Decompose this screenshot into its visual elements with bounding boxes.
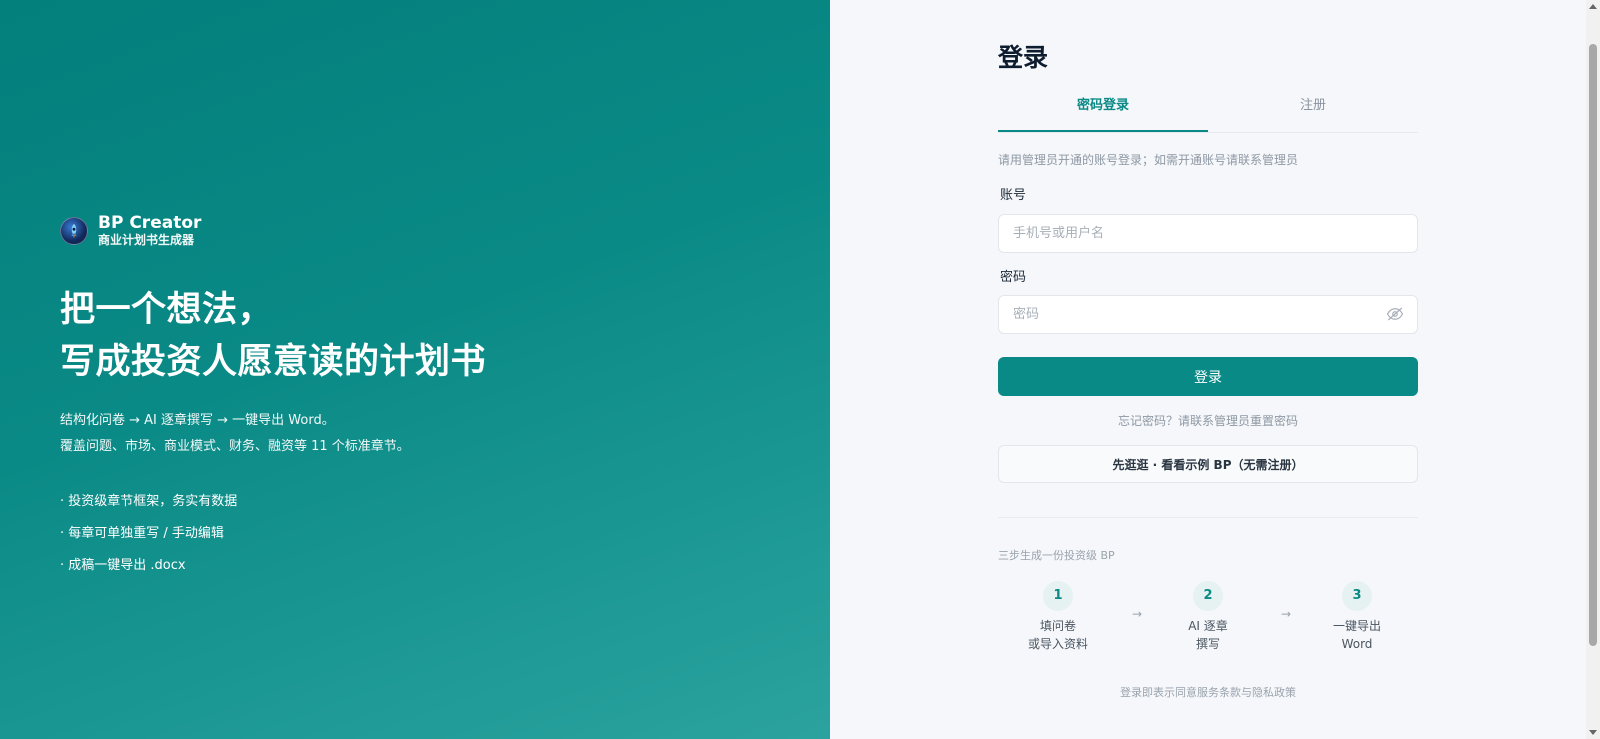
tab-register[interactable]: 注册 (1208, 96, 1418, 132)
password-label: 密码 (1000, 270, 1027, 285)
demo-button[interactable]: 先逛逛 · 看看示例 BP（无需注册） (998, 445, 1418, 483)
feature-item: · 成稿一键导出 .docx (60, 558, 186, 573)
step-label-line1: 填问卷 (1039, 619, 1076, 633)
brand-subtitle: 商业计划书生成器 (98, 233, 195, 247)
step-1: 1 填问卷 或导入资料 (998, 581, 1118, 653)
steps-title: 三步生成一份投资级 BP (998, 549, 1115, 562)
account-input[interactable] (998, 214, 1418, 253)
step-number: 3 (1342, 581, 1372, 611)
rocket-logo-icon (60, 217, 88, 245)
login-button[interactable]: 登录 (998, 357, 1418, 396)
step-label-line1: AI 逐章 (1188, 619, 1228, 633)
step-2: 2 AI 逐章 撰写 (1148, 581, 1268, 653)
headline-line-1: 把一个想法， (60, 290, 274, 330)
forgot-password-text: 忘记密码？请联系管理员重置密码 (1117, 414, 1298, 428)
brand-name: BP Creator (98, 213, 202, 233)
auth-tabs: 密码登录 注册 (998, 96, 1418, 133)
step-label-line2: 撰写 (1195, 637, 1220, 651)
hero-description: 结构化问卷 → AI 逐章撰写 → 一键导出 Word。 覆盖问题、市场、商业模… (60, 408, 410, 460)
hero-headline: 把一个想法， 写成投资人愿意读的计划书 (60, 284, 486, 388)
brand: BP Creator 商业计划书生成器 (60, 214, 201, 248)
hero-panel: BP Creator 商业计划书生成器 把一个想法， 写成投资人愿意读的计划书 … (0, 0, 830, 739)
tab-password-login[interactable]: 密码登录 (998, 96, 1208, 132)
step-number: 2 (1193, 581, 1223, 611)
scrollbar[interactable] (1586, 0, 1600, 739)
step-3: 3 一键导出 Word (1297, 581, 1417, 653)
step-arrow: → (1281, 607, 1292, 621)
step-label-line1: 一键导出 (1332, 619, 1381, 633)
page-title: 登录 (998, 43, 1049, 72)
headline-line-2: 写成投资人愿意读的计划书 (60, 342, 487, 382)
feature-item: · 投资级章节框架，务实有数据 (60, 494, 238, 509)
scroll-up-icon[interactable] (1589, 4, 1597, 9)
account-label: 账号 (1000, 188, 1027, 203)
eye-off-icon[interactable] (1386, 307, 1404, 321)
scroll-down-icon[interactable] (1589, 730, 1597, 735)
step-arrow: → (1132, 607, 1143, 621)
step-number: 1 (1043, 581, 1073, 611)
desc-line-1: 结构化问卷 → AI 逐章撰写 → 一键导出 Word。 (60, 413, 335, 428)
feature-item: · 每章可单独重写 / 手动编辑 (60, 526, 224, 541)
login-hint: 请用管理员开通的账号登录；如需开通账号请联系管理员 (998, 153, 1299, 167)
divider (998, 517, 1418, 518)
step-label-line2: Word (1341, 637, 1373, 651)
feature-list: · 投资级章节框架，务实有数据 · 每章可单独重写 / 手动编辑 · 成稿一键导… (60, 492, 237, 588)
step-label-line2: 或导入资料 (1027, 637, 1088, 651)
desc-line-2: 覆盖问题、市场、商业模式、财务、融资等 11 个标准章节。 (60, 439, 410, 454)
scrollbar-thumb[interactable] (1589, 44, 1597, 646)
terms-note: 登录即表示同意服务条款与隐私政策 (1120, 686, 1296, 699)
password-input[interactable] (998, 295, 1418, 334)
